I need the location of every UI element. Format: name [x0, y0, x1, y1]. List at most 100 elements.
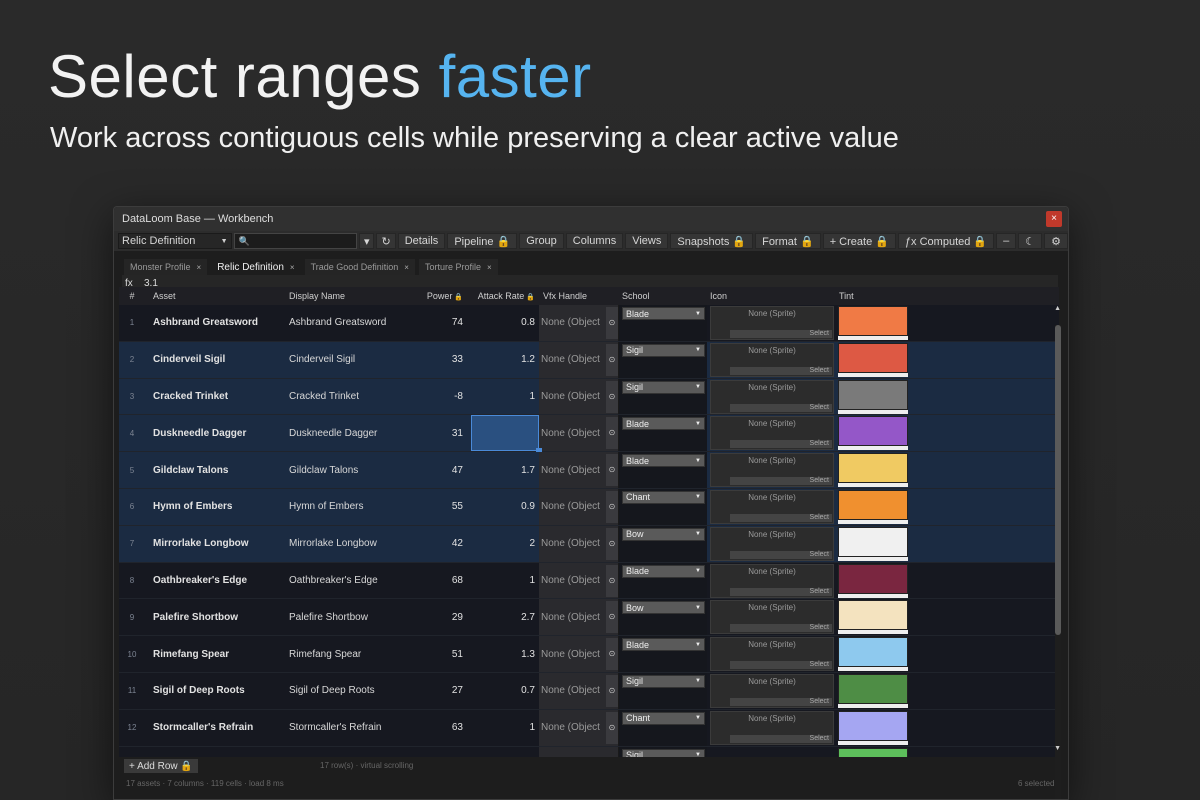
refresh-button[interactable]: ↻: [376, 233, 396, 249]
table-row[interactable]: 6 Hymn of Embers Hymn of Embers 55 0.9 None (…: [119, 488, 1059, 526]
sprite-select-button[interactable]: Select: [730, 330, 832, 338]
display-name-cell[interactable]: Gildclaw Talons: [285, 465, 405, 476]
filter-dropdown-button[interactable]: ▾: [358, 233, 375, 249]
asset-cell[interactable]: Duskneedle Dagger: [145, 428, 285, 439]
object-picker-icon[interactable]: ⊙: [606, 380, 618, 413]
tint-swatch[interactable]: [838, 710, 908, 741]
display-name-cell[interactable]: Cinderveil Sigil: [285, 354, 405, 365]
tint-swatch[interactable]: [838, 489, 908, 520]
vfx-handle-cell[interactable]: None (Object ⊙: [539, 562, 619, 599]
object-picker-icon[interactable]: ⊙: [606, 307, 618, 339]
table-row[interactable]: Sigil ▼: [119, 746, 1059, 757]
object-picker-icon[interactable]: ⊙: [606, 343, 618, 376]
school-dropdown[interactable]: Sigil ▼: [622, 343, 705, 357]
power-cell[interactable]: 33: [405, 354, 471, 365]
attack-rate-cell[interactable]: 1: [471, 722, 539, 733]
toolbar-button-item[interactable]: –: [996, 233, 1017, 249]
object-picker-icon[interactable]: ⊙: [606, 527, 618, 560]
sprite-select-button[interactable]: Select: [730, 477, 832, 486]
sprite-field[interactable]: None (Sprite) Select: [710, 673, 834, 708]
table-row[interactable]: 4Duskneedle DaggerDuskneedle Dagger313.1…: [119, 415, 1059, 455]
power-cell[interactable]: 68: [405, 575, 471, 586]
tint-cell[interactable]: [835, 563, 909, 599]
vfx-handle-cell[interactable]: None (Object ⊙: [539, 709, 619, 746]
toolbar-button-item[interactable]: ☾: [1018, 233, 1043, 249]
power-cell[interactable]: 47: [405, 465, 471, 476]
display-name-cell[interactable]: Hymn of Embers: [285, 501, 405, 512]
attack-rate-cell[interactable]: 2: [471, 538, 539, 549]
table-row[interactable]: 12 Stormcaller's Refrain Stormcaller's Ref…: [119, 709, 1059, 747]
sprite-select-button[interactable]: Select: [730, 366, 832, 375]
asset-cell[interactable]: Cracked Trinket: [145, 391, 285, 402]
sprite-field[interactable]: None (Sprite) Select: [710, 416, 834, 451]
table-row[interactable]: 8 Oathbreaker's Edge Oathbreaker's Edge 68 1…: [119, 562, 1059, 600]
tint-cell[interactable]: [835, 415, 909, 451]
tint-cell[interactable]: [835, 526, 909, 562]
school-dropdown[interactable]: Sigil ▼: [622, 748, 705, 757]
display-name-cell[interactable]: Cracked Trinket: [285, 391, 405, 402]
sprite-select-button[interactable]: Select: [730, 550, 832, 559]
power-cell[interactable]: -8: [405, 391, 471, 402]
tint-swatch[interactable]: [838, 306, 908, 336]
vfx-handle-cell[interactable]: None (Object ⊙: [539, 452, 619, 488]
toolbar-button-create[interactable]: + Create 🔒: [822, 233, 896, 249]
definition-select[interactable]: Relic Definition ▼: [118, 233, 232, 249]
sprite-field[interactable]: None (Sprite) Select: [710, 379, 834, 414]
tab-monster-profile[interactable]: Monster Profile ×: [124, 259, 208, 275]
sprite-select-button[interactable]: Select: [730, 734, 832, 743]
power-cell[interactable]: 55: [405, 501, 471, 512]
vfx-handle-cell[interactable]: None (Object ⊙: [539, 305, 619, 341]
tint-cell[interactable]: [835, 489, 909, 525]
asset-cell[interactable]: Stormcaller's Refrain: [145, 722, 285, 733]
sprite-field[interactable]: None (Sprite) Select: [710, 600, 834, 635]
power-cell[interactable]: 63: [405, 722, 471, 733]
column-header-index[interactable]: #: [119, 291, 145, 301]
display-name-cell[interactable]: Rimefang Spear: [285, 649, 405, 660]
attack-rate-cell[interactable]: 1: [471, 575, 539, 586]
tint-swatch[interactable]: [838, 526, 908, 557]
toolbar-button-x-computed[interactable]: ƒx Computed 🔒: [897, 233, 995, 249]
tint-cell[interactable]: [835, 636, 909, 672]
column-header-asset[interactable]: Asset: [145, 291, 285, 301]
tint-swatch[interactable]: [838, 747, 908, 757]
toolbar-button-views[interactable]: Views: [625, 233, 669, 249]
table-row[interactable]: 7 Mirrorlake Longbow Mirrorlake Longbow 42 2…: [119, 525, 1059, 563]
tab-trade-good-definition[interactable]: Trade Good Definition ×: [304, 259, 415, 275]
toolbar-button-columns[interactable]: Columns: [565, 233, 624, 249]
tint-swatch[interactable]: [838, 379, 908, 410]
asset-cell[interactable]: Hymn of Embers: [145, 501, 285, 512]
add-row-button[interactable]: + Add Row 🔒: [124, 759, 198, 773]
power-cell[interactable]: 31: [405, 428, 471, 439]
sprite-field[interactable]: None (Sprite) Select: [710, 342, 834, 377]
table-row[interactable]: 1 Ashbrand Greatsword Ashbrand Greatsword 7…: [119, 305, 1059, 342]
close-icon[interactable]: ×: [290, 263, 295, 272]
column-header-attack-rate[interactable]: Attack Rate 🔒: [471, 291, 539, 301]
attack-rate-cell[interactable]: 0.8: [471, 317, 539, 328]
tint-swatch[interactable]: [838, 416, 908, 447]
display-name-cell[interactable]: Palefire Shortbow: [285, 612, 405, 623]
column-header-icon[interactable]: Icon: [707, 291, 835, 301]
column-header-power[interactable]: Power 🔒: [405, 291, 471, 301]
attack-rate-cell[interactable]: 2.7: [471, 612, 539, 623]
close-button[interactable]: ×: [1046, 211, 1062, 227]
power-cell[interactable]: 29: [405, 612, 471, 623]
school-dropdown[interactable]: Blade ▼: [622, 307, 705, 320]
tint-cell[interactable]: [835, 710, 909, 746]
table-row[interactable]: 10 Rimefang Spear Rimefang Spear 51 1.3 None …: [119, 636, 1059, 673]
sprite-field[interactable]: None (Sprite) Select: [710, 563, 834, 598]
vfx-handle-cell[interactable]: None (Object ⊙: [539, 378, 619, 415]
tint-swatch[interactable]: [838, 563, 908, 594]
object-picker-icon[interactable]: ⊙: [606, 454, 618, 487]
table-row[interactable]: 5 Gildclaw Talons Gildclaw Talons 47 1.7 None…: [119, 452, 1059, 489]
asset-cell[interactable]: Rimefang Spear: [145, 649, 285, 660]
tab-torture-profile[interactable]: Torture Profile ×: [418, 259, 498, 275]
attack-rate-cell[interactable]: 0.9: [471, 501, 539, 512]
tint-cell[interactable]: [835, 599, 909, 635]
toolbar-button-item[interactable]: ⚙: [1044, 233, 1068, 249]
attack-rate-cell[interactable]: 1: [471, 391, 539, 402]
sprite-select-button[interactable]: Select: [730, 440, 832, 449]
attack-rate-cell[interactable]: 1.7: [471, 465, 539, 476]
asset-cell[interactable]: Sigil of Deep Roots: [145, 685, 285, 696]
search-input[interactable]: 🔍: [233, 233, 357, 249]
table-row[interactable]: 11 Sigil of Deep Roots Sigil of Deep Roots…: [119, 672, 1059, 710]
